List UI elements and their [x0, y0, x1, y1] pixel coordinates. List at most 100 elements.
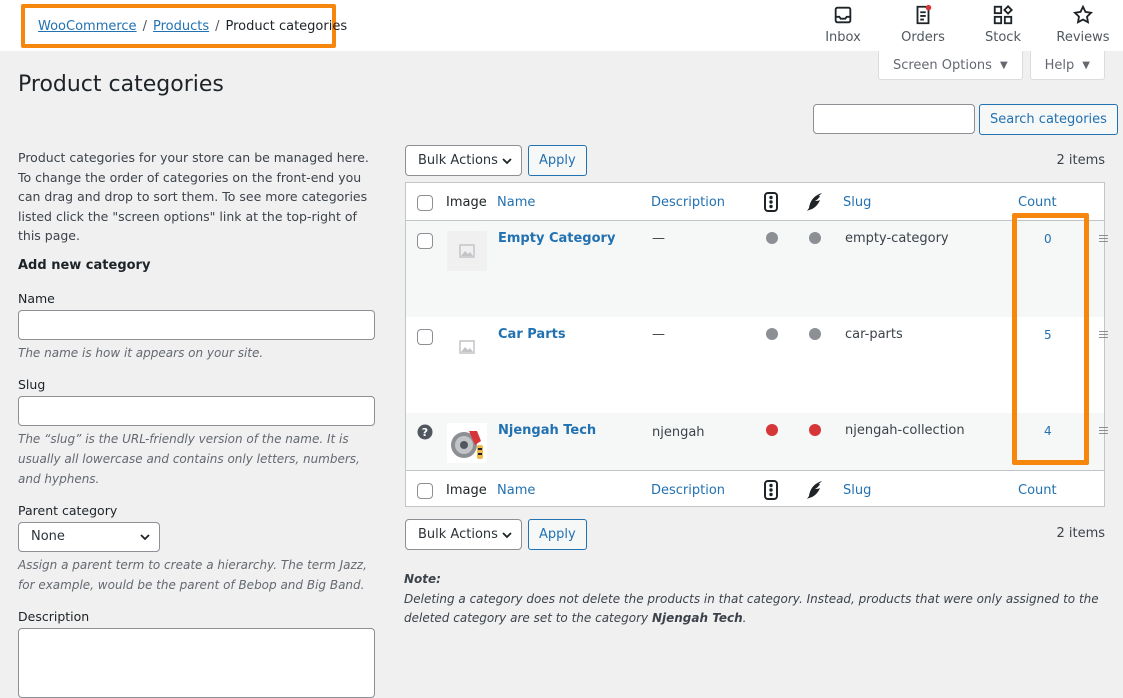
category-slug: car-parts — [845, 327, 903, 342]
items-count: 2 items — [1056, 526, 1105, 541]
screen-options-button[interactable]: Screen Options ▼ — [877, 51, 1023, 80]
svg-text:?: ? — [422, 426, 428, 439]
row-checkbox[interactable] — [417, 329, 433, 345]
deletion-note: Note: Deleting a category does not delet… — [404, 570, 1104, 629]
slug-help: The “slug” is the URL-friendly version o… — [18, 431, 360, 486]
drag-handle-icon[interactable] — [1099, 427, 1108, 435]
bulk-actions-value: Bulk Actions — [418, 527, 498, 542]
description-label: Description — [18, 608, 90, 624]
feather-icon — [807, 193, 822, 211]
apply-button[interactable]: Apply — [528, 145, 587, 176]
parent-category-select[interactable]: None — [18, 521, 160, 552]
slug-label: Slug — [18, 376, 46, 392]
image-placeholder-icon — [459, 340, 475, 354]
brake-disc-icon — [451, 431, 483, 459]
column-description[interactable]: Description — [651, 195, 725, 210]
name-input[interactable] — [18, 309, 375, 340]
column-image: Image — [446, 483, 487, 498]
description-textarea[interactable] — [18, 627, 375, 698]
stock-icon — [993, 4, 1014, 25]
inbox-icon — [834, 6, 852, 24]
row-checkbox[interactable] — [417, 233, 433, 249]
nav-orders-label: Orders — [901, 30, 945, 45]
activity-nav: Inbox Orders Stock Reviews — [803, 4, 1123, 45]
traffic-light-icon — [764, 192, 778, 212]
note-default-category: Njengah Tech — [651, 611, 743, 625]
bulk-actions-value: Bulk Actions — [418, 153, 498, 168]
column-name[interactable]: Name — [497, 483, 535, 498]
star-icon — [1072, 4, 1094, 24]
status-dot — [809, 424, 821, 436]
nav-stock-label: Stock — [985, 30, 1021, 45]
parent-category-label: Parent category — [18, 502, 118, 518]
search-categories-button[interactable]: Search categories — [979, 104, 1118, 135]
help-button[interactable]: Help ▼ — [1029, 51, 1105, 80]
parent-category-help: Assign a parent term to create a hierarc… — [18, 557, 367, 592]
table-row: Car Parts — car-parts 5 — [406, 317, 1108, 413]
add-category-form: Product categories for your store can be… — [18, 148, 383, 698]
status-dot — [766, 424, 778, 436]
image-placeholder-icon — [459, 244, 475, 258]
caret-down-icon: ▼ — [999, 59, 1008, 71]
apply-button[interactable]: Apply — [528, 519, 587, 550]
nav-reviews-label: Reviews — [1056, 30, 1110, 45]
slug-input[interactable] — [18, 395, 375, 426]
drag-handle-icon[interactable] — [1099, 235, 1108, 243]
caret-down-icon: ▼ — [1082, 59, 1090, 71]
breadcrumb-woocommerce-link[interactable]: WooCommerce — [38, 19, 137, 34]
category-name-link[interactable]: Empty Category — [498, 231, 615, 246]
form-heading: Add new category — [18, 257, 151, 273]
column-count[interactable]: Count — [1018, 483, 1057, 498]
table-row: ? Njengah Tech njengah njengah-collectio… — [406, 413, 1108, 470]
category-thumbnail — [447, 423, 487, 463]
column-slug[interactable]: Slug — [843, 483, 871, 498]
nav-inbox-label: Inbox — [825, 30, 861, 45]
category-description: — — [652, 327, 665, 342]
select-all-checkbox[interactable] — [417, 195, 433, 211]
chevron-down-icon — [140, 533, 150, 540]
bulk-actions-select[interactable]: Bulk Actions — [405, 145, 522, 176]
help-circle-icon[interactable]: ? — [417, 424, 433, 440]
nav-reviews[interactable]: Reviews — [1043, 4, 1123, 45]
category-name-link[interactable]: Njengah Tech — [498, 423, 596, 438]
note-end: . — [742, 611, 747, 625]
category-name-link[interactable]: Car Parts — [498, 327, 566, 342]
breadcrumb-products-link[interactable]: Products — [153, 19, 209, 34]
orders-icon — [916, 4, 932, 25]
category-thumbnail — [447, 327, 487, 367]
table-footer: Image Name Description Slug Count — [406, 470, 1104, 508]
screen-meta-links: Screen Options ▼ Help ▼ — [877, 51, 1105, 80]
items-count: 2 items — [1056, 153, 1105, 168]
bulk-actions-top: Bulk Actions Apply — [405, 145, 587, 176]
category-thumbnail — [447, 231, 487, 271]
categories-table: Image Name Description Slug Count Empty … — [405, 182, 1108, 508]
category-slug: njengah-collection — [845, 423, 965, 438]
feather-icon — [807, 481, 822, 499]
status-dot — [809, 232, 821, 244]
breadcrumb: WooCommerce / Products / Product categor… — [21, 4, 347, 48]
traffic-light-icon — [764, 480, 778, 500]
search-input[interactable] — [813, 104, 975, 134]
column-name[interactable]: Name — [497, 195, 535, 210]
bulk-actions-bottom: Bulk Actions Apply — [405, 519, 587, 550]
drag-handle-icon[interactable] — [1099, 331, 1108, 339]
parent-category-value: None — [31, 529, 65, 544]
category-slug: empty-category — [845, 231, 949, 246]
breadcrumb-current: Product categories — [225, 18, 348, 34]
nav-inbox[interactable]: Inbox — [803, 4, 883, 45]
table-row: Empty Category — empty-category 0 — [406, 221, 1108, 317]
count-column-highlight — [1012, 213, 1089, 465]
breadcrumb-separator: / — [215, 18, 220, 34]
note-label: Note: — [404, 572, 441, 586]
page-title: Product categories — [18, 72, 224, 97]
column-count[interactable]: Count — [1018, 195, 1057, 210]
column-description[interactable]: Description — [651, 483, 725, 498]
screen-options-label: Screen Options — [892, 57, 992, 73]
nav-orders[interactable]: Orders — [883, 4, 963, 45]
help-label: Help — [1044, 57, 1075, 73]
nav-stock[interactable]: Stock — [963, 4, 1043, 45]
column-slug[interactable]: Slug — [843, 195, 871, 210]
category-description: — — [652, 231, 665, 246]
select-all-checkbox[interactable] — [417, 483, 433, 499]
bulk-actions-select[interactable]: Bulk Actions — [405, 519, 522, 550]
